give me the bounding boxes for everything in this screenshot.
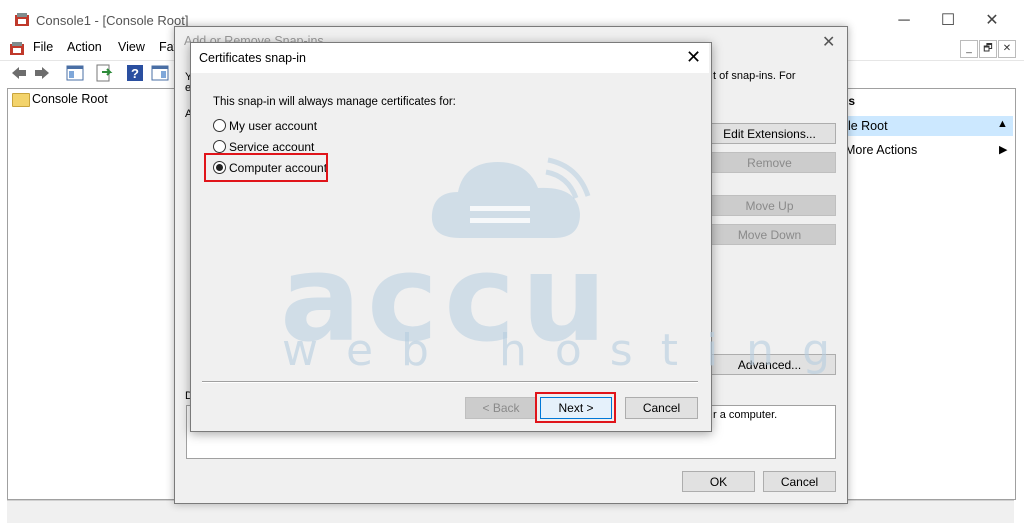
minimize-button[interactable]: ─ — [884, 8, 924, 34]
more-actions-item[interactable]: More Actions — [845, 143, 917, 157]
window-title: Console1 - [Console Root] — [36, 13, 189, 28]
back-arrow-icon[interactable] — [10, 64, 28, 82]
export-list-icon[interactable] — [95, 64, 113, 82]
ok-button[interactable]: OK — [682, 471, 755, 492]
help-icon[interactable]: ? — [126, 64, 144, 82]
close-window-button[interactable]: ✕ — [972, 8, 1012, 34]
add-remove-close-icon[interactable]: ✕ — [822, 32, 835, 52]
menu-app-icon — [9, 41, 25, 57]
forward-arrow-icon[interactable] — [33, 64, 51, 82]
description-text: r a computer. — [713, 409, 778, 421]
show-hide-action-pane-icon[interactable] — [151, 64, 169, 82]
console-tree-pane — [7, 88, 181, 500]
menu-view[interactable]: View — [118, 40, 145, 54]
collapse-up-icon[interactable]: ▲ — [997, 118, 1008, 130]
cert-separator — [202, 381, 698, 383]
mdi-restore-button[interactable]: 🗗 — [979, 40, 997, 58]
app-icon — [14, 12, 30, 28]
remove-button[interactable]: Remove — [703, 152, 836, 173]
radio-label-my-user-account[interactable]: My user account — [229, 119, 317, 133]
folder-icon — [12, 93, 30, 107]
mdi-close-button[interactable]: ✕ — [998, 40, 1016, 58]
radio-label-service-account[interactable]: Service account — [229, 140, 314, 154]
computer-account-highlight — [204, 153, 328, 182]
move-up-button[interactable]: Move Up — [703, 195, 836, 216]
edit-extensions-button[interactable]: Edit Extensions... — [703, 123, 836, 144]
watermark-subtext: web hosting — [282, 325, 858, 376]
mdi-minimize-button[interactable]: _ — [960, 40, 978, 58]
submenu-arrow-icon: ▶ — [999, 144, 1008, 156]
aor-cancel-button[interactable]: Cancel — [763, 471, 836, 492]
back-button[interactable]: < Back — [465, 397, 537, 419]
menu-file[interactable]: File — [33, 40, 53, 54]
tree-item-console-root[interactable]: Console Root — [32, 92, 108, 106]
menu-action[interactable]: Action — [67, 40, 102, 54]
radio-service-account[interactable] — [213, 140, 226, 153]
radio-my-user-account[interactable] — [213, 119, 226, 132]
next-button-highlight — [535, 392, 616, 423]
show-hide-tree-icon[interactable] — [66, 64, 84, 82]
maximize-button[interactable]: ☐ — [928, 8, 968, 34]
cert-dialog-title: Certificates snap-in — [199, 51, 306, 65]
cert-close-icon[interactable]: ✕ — [686, 47, 701, 68]
cert-prompt-text: This snap-in will always manage certific… — [213, 96, 456, 108]
move-down-button[interactable]: Move Down — [703, 224, 836, 245]
cert-cancel-button[interactable]: Cancel — [625, 397, 698, 419]
svg-text:?: ? — [131, 66, 139, 81]
aor-intro-text: t of snap-ins. For — [713, 70, 796, 82]
